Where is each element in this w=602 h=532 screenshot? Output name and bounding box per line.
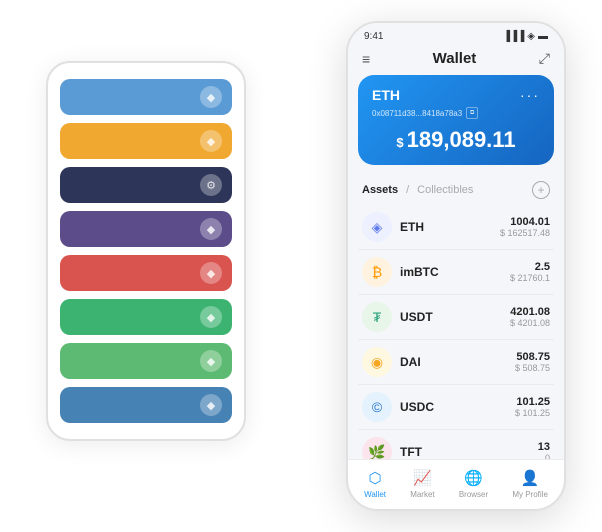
asset-item-usdt[interactable]: ₮ USDT4201.08$ 4201.08 bbox=[358, 295, 554, 340]
asset-icon-usdc: © bbox=[362, 392, 392, 422]
asset-amount: 4201.08 bbox=[510, 306, 550, 318]
strip-icon: ◆ bbox=[200, 130, 222, 152]
nav-icon-profile: 👤 bbox=[520, 468, 540, 488]
tab-assets[interactable]: Assets bbox=[362, 184, 398, 196]
wallet-strip-strip-3[interactable]: ⚙ bbox=[60, 167, 232, 203]
menu-icon[interactable]: ≡ bbox=[362, 51, 370, 67]
nav-label-browser: Browser bbox=[459, 490, 488, 499]
eth-address-text: 0x08711d38...8418a78a3 bbox=[372, 109, 462, 118]
asset-icon-imbtc: ₿ bbox=[362, 257, 392, 287]
nav-label-profile: My Profile bbox=[512, 490, 548, 499]
strip-icon: ◆ bbox=[200, 86, 222, 108]
eth-card-header: ETH ··· bbox=[372, 87, 540, 103]
asset-name-eth: ETH bbox=[400, 220, 500, 234]
asset-name-imbtc: imBTC bbox=[400, 265, 510, 279]
eth-card[interactable]: ETH ··· 0x08711d38...8418a78a3 ⧉ $189,08… bbox=[358, 75, 554, 165]
nav-item-profile[interactable]: 👤 My Profile bbox=[512, 468, 548, 499]
wifi-icon: ◈ bbox=[527, 31, 535, 42]
asset-usd: $ 162517.48 bbox=[500, 228, 550, 238]
asset-icon-eth: ◈ bbox=[362, 212, 392, 242]
eth-card-menu[interactable]: ··· bbox=[520, 87, 540, 103]
wallet-strip-strip-7[interactable]: ◆ bbox=[60, 343, 232, 379]
wallet-strip-strip-5[interactable]: ◆ bbox=[60, 255, 232, 291]
eth-balance-amount: 189,089.11 bbox=[407, 127, 516, 152]
background-phone: ◆ ◆ ⚙ ◆ ◆ ◆ ◆ ◆ bbox=[46, 61, 246, 441]
asset-usd: $ 4201.08 bbox=[510, 318, 550, 328]
eth-balance: $189,089.11 bbox=[372, 127, 540, 153]
asset-values-tft: 130 bbox=[538, 441, 550, 459]
nav-item-wallet[interactable]: ⬡ Wallet bbox=[364, 468, 386, 499]
nav-item-market[interactable]: 📈 Market bbox=[410, 468, 434, 499]
asset-values-eth: 1004.01$ 162517.48 bbox=[500, 216, 550, 238]
asset-item-usdc[interactable]: © USDC101.25$ 101.25 bbox=[358, 385, 554, 430]
nav-label-wallet: Wallet bbox=[364, 490, 386, 499]
asset-name-usdt: USDT bbox=[400, 310, 510, 324]
assets-header: Assets / Collectibles + bbox=[348, 175, 564, 205]
asset-icon-dai: ◉ bbox=[362, 347, 392, 377]
wallet-strip-strip-6[interactable]: ◆ bbox=[60, 299, 232, 335]
main-phone: 9:41 ▐▐▐ ◈ ▬ ≡ Wallet ⤢ ETH ··· 0x08711d… bbox=[346, 21, 566, 511]
wallet-strip-strip-2[interactable]: ◆ bbox=[60, 123, 232, 159]
status-time: 9:41 bbox=[364, 31, 383, 42]
strip-icon: ◆ bbox=[200, 262, 222, 284]
wallet-title: Wallet bbox=[433, 50, 477, 67]
tab-collectibles[interactable]: Collectibles bbox=[417, 184, 473, 196]
asset-values-usdc: 101.25$ 101.25 bbox=[515, 396, 550, 418]
asset-amount: 2.5 bbox=[510, 261, 550, 273]
phone-content: ETH ··· 0x08711d38...8418a78a3 ⧉ $189,08… bbox=[348, 75, 564, 459]
strip-icon: ⚙ bbox=[200, 174, 222, 196]
asset-usd: $ 101.25 bbox=[515, 408, 550, 418]
asset-amount: 13 bbox=[538, 441, 550, 453]
asset-amount: 508.75 bbox=[515, 351, 550, 363]
add-asset-button[interactable]: + bbox=[532, 181, 550, 199]
asset-amount: 1004.01 bbox=[500, 216, 550, 228]
nav-icon-market: 📈 bbox=[412, 468, 432, 488]
nav-label-market: Market bbox=[410, 490, 434, 499]
asset-item-imbtc[interactable]: ₿ imBTC2.5$ 21760.1 bbox=[358, 250, 554, 295]
expand-icon[interactable]: ⤢ bbox=[539, 50, 550, 67]
eth-address: 0x08711d38...8418a78a3 ⧉ bbox=[372, 107, 540, 119]
asset-name-tft: TFT bbox=[400, 445, 538, 459]
copy-icon[interactable]: ⧉ bbox=[466, 107, 478, 119]
scene: ◆ ◆ ⚙ ◆ ◆ ◆ ◆ ◆ 9:41 ▐▐▐ ◈ ▬ ≡ Wallet ⤢ ETH ··· bbox=[26, 21, 576, 511]
phone-nav: ⬡ Wallet 📈 Market 🌐 Browser 👤 My Profile bbox=[348, 459, 564, 509]
strip-icon: ◆ bbox=[200, 218, 222, 240]
wallet-strip-strip-8[interactable]: ◆ bbox=[60, 387, 232, 423]
asset-list: ◈ ETH1004.01$ 162517.48 ₿ imBTC2.5$ 21760.1… bbox=[348, 205, 564, 459]
battery-icon: ▬ bbox=[538, 31, 548, 42]
status-bar: 9:41 ▐▐▐ ◈ ▬ bbox=[348, 23, 564, 46]
asset-item-eth[interactable]: ◈ ETH1004.01$ 162517.48 bbox=[358, 205, 554, 250]
asset-values-dai: 508.75$ 508.75 bbox=[515, 351, 550, 373]
asset-item-dai[interactable]: ◉ DAI508.75$ 508.75 bbox=[358, 340, 554, 385]
asset-icon-tft: 🌿 bbox=[362, 437, 392, 459]
strip-icon: ◆ bbox=[200, 350, 222, 372]
assets-tabs: Assets / Collectibles bbox=[362, 184, 473, 196]
nav-icon-browser: 🌐 bbox=[463, 468, 483, 488]
phone-header: ≡ Wallet ⤢ bbox=[348, 46, 564, 75]
eth-balance-symbol: $ bbox=[396, 135, 403, 150]
asset-values-imbtc: 2.5$ 21760.1 bbox=[510, 261, 550, 283]
nav-icon-wallet: ⬡ bbox=[365, 468, 385, 488]
eth-card-label: ETH bbox=[372, 87, 400, 103]
asset-item-tft[interactable]: 🌿 TFT130 bbox=[358, 430, 554, 459]
nav-item-browser[interactable]: 🌐 Browser bbox=[459, 468, 488, 499]
wallet-strip-strip-1[interactable]: ◆ bbox=[60, 79, 232, 115]
asset-usd: $ 21760.1 bbox=[510, 273, 550, 283]
asset-amount: 101.25 bbox=[515, 396, 550, 408]
asset-name-dai: DAI bbox=[400, 355, 515, 369]
asset-values-usdt: 4201.08$ 4201.08 bbox=[510, 306, 550, 328]
wallet-strip-strip-4[interactable]: ◆ bbox=[60, 211, 232, 247]
strip-icon: ◆ bbox=[200, 394, 222, 416]
signal-icon: ▐▐▐ bbox=[503, 31, 524, 42]
strip-icon: ◆ bbox=[200, 306, 222, 328]
asset-usd: $ 508.75 bbox=[515, 363, 550, 373]
status-icons: ▐▐▐ ◈ ▬ bbox=[503, 31, 548, 42]
tab-divider: / bbox=[406, 184, 409, 196]
asset-icon-usdt: ₮ bbox=[362, 302, 392, 332]
asset-name-usdc: USDC bbox=[400, 400, 515, 414]
